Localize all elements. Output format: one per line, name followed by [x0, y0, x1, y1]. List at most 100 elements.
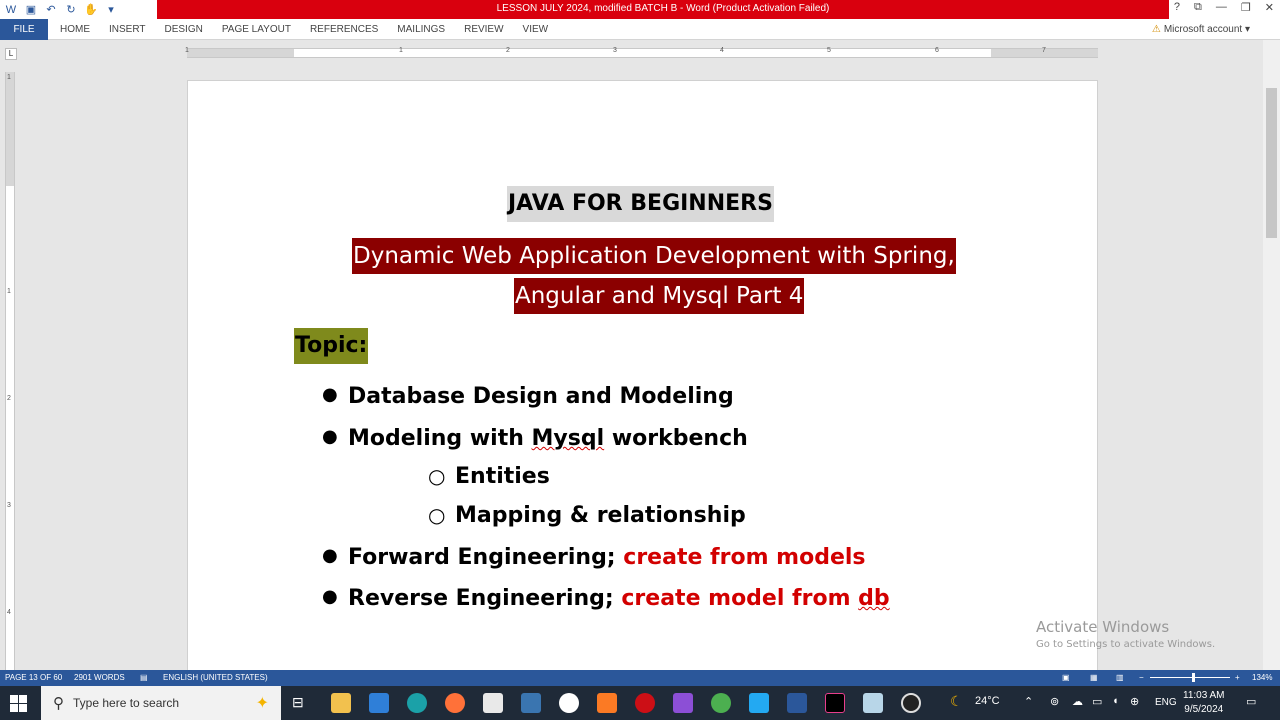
clock-date: 9/5/2024 [1184, 704, 1224, 715]
spelling-error-text[interactable]: Mysql [532, 426, 605, 451]
save-icon[interactable]: ▣ [24, 3, 38, 16]
proofing-icon[interactable]: ▤ [140, 673, 148, 682]
taskbar-search[interactable]: ⚲ Type here to search ✦ [41, 686, 281, 720]
ribbon-display-button[interactable]: ⧉ [1194, 1, 1202, 14]
weather-temperature[interactable]: 24°C [975, 695, 1000, 707]
list-item-text: Forward Engineering; [348, 545, 624, 570]
zoom-slider[interactable] [1150, 677, 1230, 678]
store-icon[interactable] [483, 693, 503, 713]
horizontal-ruler[interactable]: 1 1 2 3 4 5 6 7 [185, 47, 1098, 58]
tab-selector[interactable]: L [5, 48, 17, 60]
undo-icon[interactable]: ↶ [44, 3, 58, 16]
zoom-level[interactable]: 134% [1252, 673, 1272, 682]
tab-home[interactable]: HOME [60, 19, 90, 40]
ruler-area: L 1 1 2 3 4 5 6 7 [0, 40, 1280, 68]
tab-page-layout[interactable]: PAGE LAYOUT [222, 19, 291, 40]
list-item[interactable]: ● Database Design and Modeling [322, 384, 734, 409]
print-layout-icon[interactable]: ▦ [1090, 673, 1098, 682]
list-item[interactable]: ● Forward Engineering; create from model… [322, 545, 866, 570]
tab-references[interactable]: REFERENCES [310, 19, 378, 40]
show-hidden-icons-icon[interactable]: ⌃ [1024, 695, 1033, 708]
list-item[interactable]: ● Reverse Engineering; create model from… [322, 586, 890, 611]
web-layout-icon[interactable]: ▥ [1116, 673, 1124, 682]
close-button[interactable]: ✕ [1265, 1, 1274, 14]
zoom-out-icon[interactable]: − [1139, 673, 1144, 682]
vertical-scrollbar[interactable] [1263, 40, 1280, 670]
help-button[interactable]: ? [1174, 1, 1180, 14]
document-heading[interactable]: JAVA FOR BEGINNERS [507, 186, 774, 222]
volume-icon[interactable]: ◖ [1112, 695, 1119, 707]
zoom-in-icon[interactable]: + [1235, 673, 1240, 682]
topic-label[interactable]: Topic: [294, 328, 369, 364]
vscode-icon[interactable] [749, 693, 769, 713]
list-item-highlight: create model from [621, 586, 859, 611]
opera-icon[interactable] [635, 693, 655, 713]
battery-icon[interactable]: ▭ [1092, 695, 1102, 708]
edge-browser-icon[interactable] [407, 693, 427, 713]
account-menu[interactable]: ⚠ Microsoft account ▾ [1152, 19, 1250, 40]
list-item-highlight: create from models [623, 545, 866, 570]
read-mode-icon[interactable]: ▣ [1062, 673, 1070, 682]
xampp-icon[interactable] [597, 693, 617, 713]
search-placeholder: Type here to search [73, 696, 180, 710]
list-item[interactable]: ○ Mapping & relationship [428, 503, 746, 528]
list-item-text: Entities [455, 464, 550, 489]
language-indicator[interactable]: ENGLISH (UNITED STATES) [163, 673, 268, 682]
ruler-number: 3 [7, 502, 11, 509]
page-count[interactable]: PAGE 13 OF 60 [5, 673, 62, 682]
taskbar-clock[interactable]: 11:03 AM 9/5/2024 [1183, 689, 1225, 717]
list-item[interactable]: ○ Entities [428, 464, 550, 489]
spelling-error-text[interactable]: db [858, 586, 890, 611]
list-item[interactable]: ● Modeling with Mysql workbench [322, 426, 748, 451]
screen-recorder-icon[interactable] [901, 693, 921, 713]
tab-review[interactable]: REVIEW [464, 19, 503, 40]
network-icon[interactable]: ⊚ [1050, 695, 1059, 708]
list-item-text: Mapping & relationship [455, 503, 746, 528]
tab-list: HOME INSERT DESIGN PAGE LAYOUT REFERENCE… [60, 19, 567, 40]
terminal-app-icon[interactable] [559, 693, 579, 713]
weather-icon[interactable]: ☾ [950, 693, 963, 710]
tab-file[interactable]: FILE [0, 19, 48, 40]
windows-start-icon[interactable] [10, 695, 27, 712]
touch-mode-icon[interactable]: ✋ [84, 3, 98, 16]
mysql-workbench-icon[interactable] [521, 693, 541, 713]
file-explorer-icon[interactable] [331, 693, 351, 713]
word-taskbar-icon[interactable] [787, 693, 807, 713]
visual-studio-icon[interactable] [673, 693, 693, 713]
input-language[interactable]: ENG [1155, 697, 1177, 708]
intellij-icon[interactable] [825, 693, 845, 713]
globe-icon[interactable]: ⊕ [1130, 695, 1139, 708]
document-subtitle-line2[interactable]: Angular and Mysql Part 4 [514, 278, 805, 314]
minimize-button[interactable]: — [1216, 1, 1227, 14]
document-page[interactable] [187, 80, 1098, 670]
ruler-left-margin [187, 49, 294, 57]
ruler-number: 1 [185, 47, 189, 54]
task-view-icon[interactable]: ⊟ [292, 694, 304, 711]
ruler-number: 7 [1042, 47, 1046, 54]
notepad-icon[interactable] [863, 693, 883, 713]
restore-button[interactable]: ❐ [1241, 1, 1251, 14]
firefox-icon[interactable] [445, 693, 465, 713]
notifications-icon[interactable]: ▭ [1246, 695, 1256, 708]
redo-icon[interactable]: ↻ [64, 3, 78, 16]
bullet-icon: ● [322, 426, 338, 447]
word-logo-icon: W [5, 3, 17, 16]
scrollbar-thumb[interactable] [1266, 88, 1277, 238]
tab-insert[interactable]: INSERT [109, 19, 146, 40]
onedrive-icon[interactable]: ☁ [1072, 695, 1083, 708]
customize-qat-icon[interactable]: ▾ [104, 3, 118, 16]
tab-mailings[interactable]: MAILINGS [397, 19, 445, 40]
bullet-icon: ● [322, 384, 338, 405]
account-label: Microsoft account [1163, 24, 1243, 35]
document-subtitle-line1[interactable]: Dynamic Web Application Development with… [352, 238, 956, 274]
list-item-text: Modeling with [348, 426, 532, 451]
zoom-slider-thumb[interactable] [1192, 673, 1196, 682]
tab-view[interactable]: VIEW [523, 19, 549, 40]
list-item-text: Database Design and Modeling [348, 384, 734, 409]
word-count[interactable]: 2901 WORDS [74, 673, 125, 682]
tab-design[interactable]: DESIGN [165, 19, 203, 40]
mail-icon[interactable] [369, 693, 389, 713]
chrome-icon[interactable] [711, 693, 731, 713]
window-title: LESSON JULY 2024, modified BATCH B - Wor… [496, 3, 830, 14]
vertical-ruler[interactable]: 1 1 2 3 4 [5, 72, 15, 670]
